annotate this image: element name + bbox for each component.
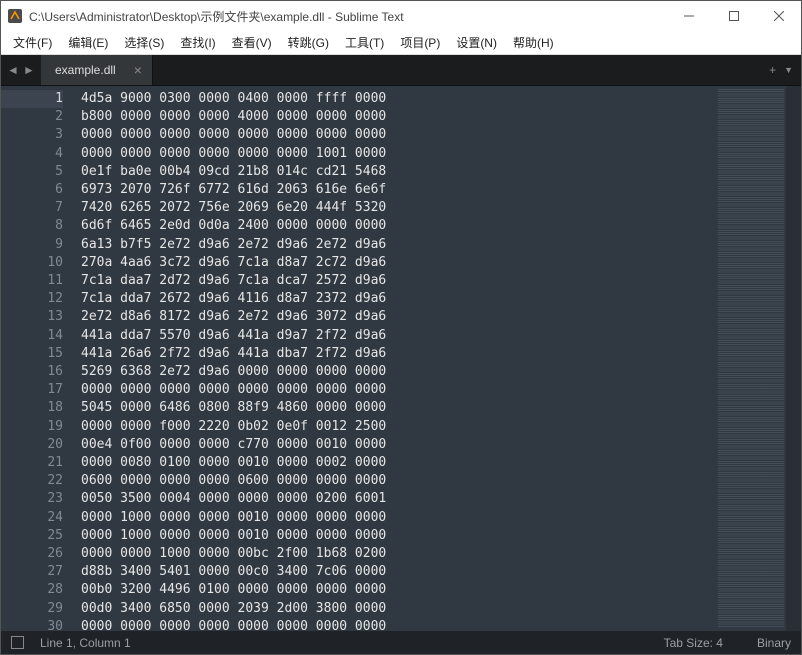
app-icon [7,8,23,24]
code-area[interactable]: 4d5a 9000 0300 0000 0400 0000 ffff 0000b… [73,86,716,631]
line-number: 19 [1,418,63,436]
line-number: 20 [1,436,63,454]
statusbar: Line 1, Column 1 Tab Size: 4 Binary [1,631,801,654]
code-line: 0000 0080 0100 0000 0010 0000 0002 0000 [81,454,716,472]
line-number: 27 [1,563,63,581]
line-number: 18 [1,399,63,417]
menu-find[interactable]: 查找(I) [172,32,223,53]
code-line: 6d6f 6465 2e0d 0d0a 2400 0000 0000 0000 [81,217,716,235]
tab-prev-button[interactable]: ◄ [5,63,21,77]
tab-overflow-button[interactable]: ▼ [784,65,793,75]
close-button[interactable] [756,1,801,31]
line-number: 21 [1,454,63,472]
code-line: b800 0000 0000 0000 4000 0000 0000 0000 [81,108,716,126]
code-line: 0050 3500 0004 0000 0000 0000 0200 6001 [81,490,716,508]
tab-next-button[interactable]: ► [21,63,37,77]
line-number: 6 [1,181,63,199]
line-number: 11 [1,272,63,290]
line-number: 17 [1,381,63,399]
code-line: 00b0 3200 4496 0100 0000 0000 0000 0000 [81,581,716,599]
window-title: C:\Users\Administrator\Desktop\示例文件夹\exa… [29,8,666,25]
menu-file[interactable]: 文件(F) [5,32,60,53]
line-number: 12 [1,290,63,308]
tabbar: ◄ ► example.dll × + ▼ [1,55,801,86]
line-number: 9 [1,236,63,254]
tab-label: example.dll [55,63,116,77]
line-number: 2 [1,108,63,126]
code-line: 6a13 b7f5 2e72 d9a6 2e72 d9a6 2e72 d9a6 [81,236,716,254]
line-number: 4 [1,145,63,163]
menu-tools[interactable]: 工具(T) [337,32,392,53]
code-line: 270a 4aa6 3c72 d9a6 7c1a d8a7 2c72 d9a6 [81,254,716,272]
line-number: 26 [1,545,63,563]
panel-switcher-icon[interactable] [11,636,24,649]
code-line: 0000 0000 0000 0000 0000 0000 0000 0000 [81,381,716,399]
code-line: 5045 0000 6486 0800 88f9 4860 0000 0000 [81,399,716,417]
menu-project[interactable]: 项目(P) [392,32,448,53]
line-number: 1 [1,90,63,108]
menu-view[interactable]: 查看(V) [224,32,280,53]
minimize-button[interactable] [666,1,711,31]
tab-right-controls: + ▼ [761,55,801,85]
gutter: 1234567891011121314151617181920212223242… [1,86,73,631]
menu-help[interactable]: 帮助(H) [505,32,562,53]
code-line: d88b 3400 5401 0000 00c0 3400 7c06 0000 [81,563,716,581]
tab-close-icon[interactable]: × [134,63,142,77]
code-line: 0600 0000 0000 0000 0600 0000 0000 0000 [81,472,716,490]
code-line: 7420 6265 2072 756e 2069 6e20 444f 5320 [81,199,716,217]
line-number: 8 [1,217,63,235]
code-line: 0000 0000 0000 0000 0000 0000 0000 0000 [81,618,716,631]
line-number: 10 [1,254,63,272]
line-number: 23 [1,490,63,508]
editor: 1234567891011121314151617181920212223242… [1,86,801,631]
line-number: 14 [1,327,63,345]
status-tabsize[interactable]: Tab Size: 4 [664,636,723,650]
line-number: 15 [1,345,63,363]
menu-select[interactable]: 选择(S) [116,32,172,53]
code-line: 6973 2070 726f 6772 616d 2063 616e 6e6f [81,181,716,199]
maximize-button[interactable] [711,1,756,31]
line-number: 5 [1,163,63,181]
line-number: 24 [1,509,63,527]
code-line: 0000 1000 0000 0000 0010 0000 0000 0000 [81,527,716,545]
code-line: 7c1a dda7 2672 d9a6 4116 d8a7 2372 d9a6 [81,290,716,308]
menu-edit[interactable]: 编辑(E) [60,32,116,53]
menubar: 文件(F) 编辑(E) 选择(S) 查找(I) 查看(V) 转跳(G) 工具(T… [1,31,801,55]
line-number: 16 [1,363,63,381]
code-line: 0000 0000 0000 0000 0000 0000 1001 0000 [81,145,716,163]
tab-active[interactable]: example.dll × [41,55,153,85]
tab-nav: ◄ ► [1,55,41,85]
minimap[interactable] [716,86,786,631]
status-position[interactable]: Line 1, Column 1 [40,636,131,650]
line-number: 28 [1,581,63,599]
tab-spacer [153,55,761,85]
code-line: 0000 0000 f000 2220 0b02 0e0f 0012 2500 [81,418,716,436]
line-number: 25 [1,527,63,545]
code-line: 441a dda7 5570 d9a6 441a d9a7 2f72 d9a6 [81,327,716,345]
code-line: 0000 1000 0000 0000 0010 0000 0000 0000 [81,509,716,527]
status-syntax[interactable]: Binary [757,636,791,650]
titlebar: C:\Users\Administrator\Desktop\示例文件夹\exa… [1,1,801,31]
line-number: 3 [1,126,63,144]
code-line: 0000 0000 0000 0000 0000 0000 0000 0000 [81,126,716,144]
code-line: 0000 0000 1000 0000 00bc 2f00 1b68 0200 [81,545,716,563]
code-line: 7c1a daa7 2d72 d9a6 7c1a dca7 2572 d9a6 [81,272,716,290]
menu-goto[interactable]: 转跳(G) [280,32,337,53]
code-line: 441a 26a6 2f72 d9a6 441a dba7 2f72 d9a6 [81,345,716,363]
new-tab-button[interactable]: + [769,63,776,77]
code-line: 0e1f ba0e 00b4 09cd 21b8 014c cd21 5468 [81,163,716,181]
line-number: 22 [1,472,63,490]
code-line: 2e72 d8a6 8172 d9a6 2e72 d9a6 3072 d9a6 [81,308,716,326]
line-number: 30 [1,618,63,636]
code-line: 00d0 3400 6850 0000 2039 2d00 3800 0000 [81,600,716,618]
code-line: 5269 6368 2e72 d9a6 0000 0000 0000 0000 [81,363,716,381]
menu-prefs[interactable]: 设置(N) [448,32,505,53]
code-line: 4d5a 9000 0300 0000 0400 0000 ffff 0000 [81,90,716,108]
vertical-scrollbar[interactable] [786,86,801,631]
code-line: 00e4 0f00 0000 0000 c770 0000 0010 0000 [81,436,716,454]
line-number: 29 [1,600,63,618]
line-number: 7 [1,199,63,217]
app-window: C:\Users\Administrator\Desktop\示例文件夹\exa… [0,0,802,655]
line-number: 13 [1,308,63,326]
